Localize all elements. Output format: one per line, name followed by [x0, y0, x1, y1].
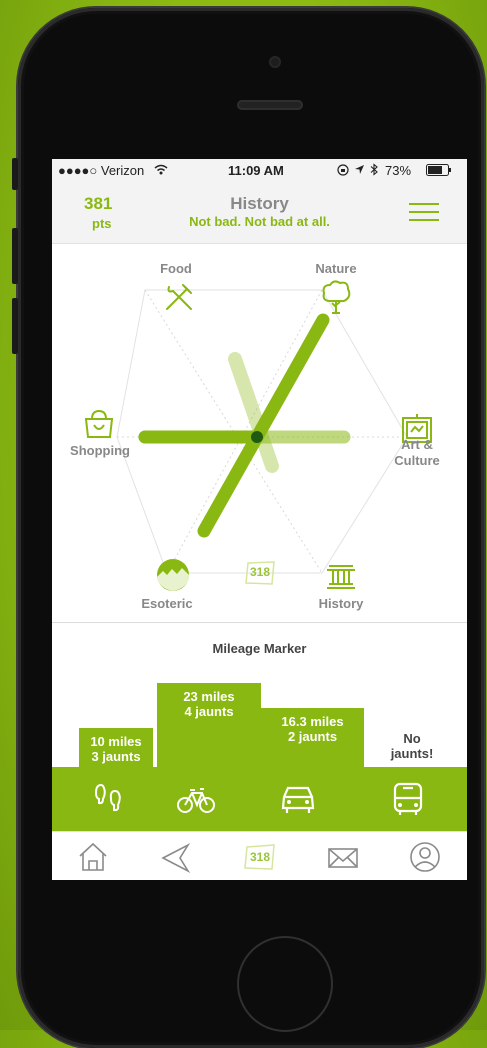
tab-badge[interactable]: 318	[242, 841, 276, 873]
hamburger-menu-icon[interactable]	[409, 203, 439, 223]
compass-arrow-icon[interactable]	[160, 841, 194, 873]
walk-jaunts: 3 jaunts	[91, 749, 141, 764]
car-jaunts: 2 jaunts	[287, 729, 338, 744]
category-art-label: Art & Culture	[394, 437, 440, 468]
tab-badge-label: 318	[249, 850, 271, 864]
transport-mode-row	[52, 767, 467, 831]
mileage-section: Mileage Marker 10 miles 3 jaunts 23 mile…	[52, 622, 467, 769]
radar-center-dot	[251, 431, 263, 443]
footprints-icon[interactable]	[90, 781, 130, 817]
mileage-title: Mileage Marker	[212, 641, 307, 656]
car-mileage-bar: 16.3 miles 2 jaunts	[261, 708, 364, 769]
center-badge[interactable]: 318	[242, 560, 278, 586]
category-history-label: History	[318, 596, 364, 611]
mute-switch	[12, 158, 18, 190]
fork-knife-icon[interactable]	[163, 281, 195, 313]
page-subtitle: Not bad. Not bad at all.	[189, 214, 330, 229]
wifi-icon	[154, 164, 168, 175]
clock-label: 11:09 AM	[228, 163, 284, 178]
envelope-icon[interactable]	[326, 841, 360, 873]
tree-icon[interactable]	[320, 279, 352, 315]
category-shopping-label: Shopping	[70, 443, 130, 458]
bus-jaunts: jaunts!	[390, 746, 434, 761]
category-esoteric-label: Esoteric	[141, 596, 193, 611]
home-hardware-button[interactable]	[237, 936, 333, 1032]
user-icon[interactable]	[408, 841, 442, 873]
tab-bar: 318	[52, 831, 467, 880]
location-icon	[355, 165, 364, 174]
car-icon[interactable]	[278, 781, 318, 817]
nature-esoteric-axis	[197, 313, 330, 538]
category-nature-label: Nature	[315, 261, 357, 276]
center-badge-label: 318	[249, 565, 271, 579]
bus-miles: No	[403, 731, 421, 746]
bus-icon[interactable]	[388, 781, 428, 817]
car-miles: 16.3 miles	[281, 714, 344, 729]
earpiece-speaker	[237, 100, 303, 110]
app-screen: ●●●●○ Verizon 11:09 AM 73% 381 pts Histo…	[52, 159, 467, 880]
volume-up-button	[12, 228, 18, 284]
bike-mileage-bar: 23 miles 4 jaunts	[157, 683, 261, 769]
volume-down-button	[12, 298, 18, 354]
header: 381 pts History Not bad. Not bad at all.	[52, 181, 467, 244]
lock-rotation-icon	[337, 164, 349, 176]
shopping-bag-icon[interactable]	[82, 409, 116, 439]
museum-icon[interactable]	[324, 561, 358, 591]
bicycle-icon[interactable]	[176, 781, 216, 817]
home-icon[interactable]	[76, 841, 110, 873]
category-radar: Food Nature Shopping Art & Culture Esote…	[52, 244, 467, 622]
category-food-label: Food	[160, 261, 192, 276]
front-camera	[269, 56, 281, 68]
battery-icon	[426, 164, 451, 176]
bus-mileage-bar: No jaunts!	[370, 725, 454, 769]
page-title: History	[230, 194, 289, 213]
carrier-label: ●●●●○ Verizon	[58, 163, 145, 178]
battery-label: 73%	[385, 163, 412, 178]
status-bar: ●●●●○ Verizon 11:09 AM 73%	[52, 159, 467, 181]
esoteric-circle-icon[interactable]	[155, 557, 191, 593]
walk-miles: 10 miles	[90, 734, 142, 749]
bike-jaunts: 4 jaunts	[184, 704, 234, 719]
walk-mileage-bar: 10 miles 3 jaunts	[79, 728, 153, 769]
bike-miles: 23 miles	[183, 689, 235, 704]
bluetooth-icon	[370, 163, 378, 176]
